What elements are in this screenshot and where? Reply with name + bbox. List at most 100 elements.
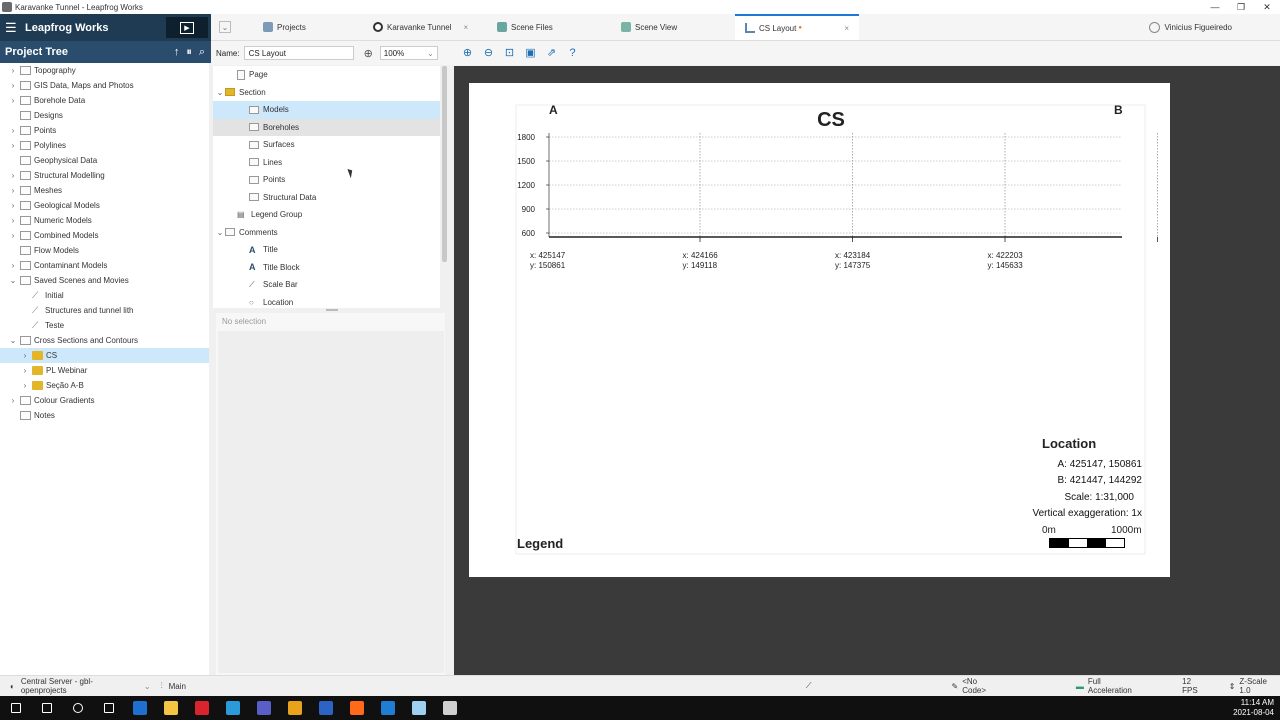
layout-status-icon[interactable]: ⟋: [806, 681, 812, 691]
project-tree-item[interactable]: › PL Webinar: [0, 363, 209, 378]
layout-tree-item[interactable]: ▤ Legend Group: [213, 206, 440, 224]
project-tree-item[interactable]: Geophysical Data: [0, 153, 209, 168]
tab-scene-files[interactable]: Scene Files: [487, 14, 611, 40]
close-button[interactable]: ✕: [1254, 2, 1280, 13]
taskbar-app[interactable]: [31, 696, 62, 720]
project-tree-item[interactable]: ⌄ Cross Sections and Contours: [0, 333, 209, 348]
project-tree-item[interactable]: ⌄ Saved Scenes and Movies: [0, 273, 209, 288]
project-tree-item[interactable]: ⟋ Initial: [0, 288, 209, 303]
zoom-out-icon[interactable]: ⊖: [481, 46, 496, 61]
project-tree-item[interactable]: › Numeric Models: [0, 213, 209, 228]
scene-view-button[interactable]: ▶: [166, 17, 208, 38]
branch-status[interactable]: ⫶ Main: [161, 681, 186, 691]
project-tree-item[interactable]: › Polylines: [0, 138, 209, 153]
layout-tree-item[interactable]: ⌄ Section: [213, 84, 440, 102]
chevron-down-icon[interactable]: ⌄: [8, 336, 18, 345]
layout-tree-item[interactable]: ⌄ Comments: [213, 224, 440, 242]
chevron-right-icon[interactable]: ›: [8, 396, 18, 405]
taskbar-app[interactable]: [248, 696, 279, 720]
chevron-right-icon[interactable]: ›: [8, 186, 18, 195]
project-tree-item[interactable]: Designs: [0, 108, 209, 123]
project-tree-item[interactable]: › CS: [0, 348, 209, 363]
layout-tree-item[interactable]: Models: [213, 101, 440, 119]
chevron-right-icon[interactable]: ›: [8, 261, 18, 270]
taskbar-app[interactable]: [434, 696, 465, 720]
project-tree-item[interactable]: Notes: [0, 408, 209, 423]
project-tree-item[interactable]: › Combined Models: [0, 228, 209, 243]
layout-tree-item[interactable]: ⟋ Scale Bar: [213, 276, 440, 294]
layout-tree-item[interactable]: Structural Data: [213, 189, 440, 207]
taskbar-app[interactable]: [372, 696, 403, 720]
project-tree-item[interactable]: › Topography: [0, 63, 209, 78]
project-tree-item[interactable]: › GIS Data, Maps and Photos: [0, 78, 209, 93]
chevron-right-icon[interactable]: ›: [8, 216, 18, 225]
project-tree-item[interactable]: Flow Models: [0, 243, 209, 258]
maximize-button[interactable]: ❐: [1228, 2, 1254, 13]
layout-tree-item[interactable]: Page: [213, 66, 440, 84]
layout-tree-item[interactable]: A Title: [213, 241, 440, 259]
tab-list-dropdown[interactable]: ⌄: [211, 14, 239, 40]
layout-tree-item[interactable]: ○ Location: [213, 294, 440, 309]
tab-karavanke-tunnel[interactable]: Karavanke Tunnel ×: [363, 14, 487, 40]
chevron-down-icon[interactable]: ⌄: [8, 276, 18, 285]
project-tree-item[interactable]: › Colour Gradients: [0, 393, 209, 408]
taskbar-app[interactable]: [155, 696, 186, 720]
layout-page[interactable]: 600 900 1200 1500 1800 x: 425147 y: 150861 x: 4…: [469, 83, 1170, 577]
taskbar-app[interactable]: [217, 696, 248, 720]
arrow-up-icon[interactable]: ↑: [174, 46, 180, 59]
tab-projects[interactable]: Projects: [239, 14, 363, 40]
code-status[interactable]: ✎ <No Code>: [952, 677, 1003, 695]
chevron-right-icon[interactable]: ›: [8, 66, 18, 75]
chevron-right-icon[interactable]: ›: [8, 96, 18, 105]
layout-tree-item[interactable]: Surfaces: [213, 136, 440, 154]
close-icon[interactable]: ×: [464, 23, 469, 32]
tab-cs-layout[interactable]: CS Layout ● ×: [735, 14, 859, 40]
search-icon[interactable]: ⌕: [199, 46, 205, 59]
tab-scene-view[interactable]: Scene View: [611, 14, 735, 40]
layout-tree-item[interactable]: Boreholes: [213, 118, 440, 136]
chevron-right-icon[interactable]: ›: [20, 381, 30, 390]
chevron-down-icon[interactable]: ⌄: [215, 88, 225, 97]
save-icon[interactable]: ▣: [523, 46, 538, 61]
zoom-select[interactable]: 100% ⌄: [379, 46, 438, 60]
project-tree-item[interactable]: ⟋ Structures and tunnel lith: [0, 303, 209, 318]
chevron-right-icon[interactable]: ›: [8, 81, 18, 90]
layout-tree-item[interactable]: Lines: [213, 154, 440, 172]
chevron-right-icon[interactable]: ›: [8, 126, 18, 135]
help-icon[interactable]: ?: [565, 46, 580, 61]
export-icon[interactable]: ⇗: [544, 46, 559, 61]
project-tree-item[interactable]: › Contaminant Models: [0, 258, 209, 273]
project-tree-item[interactable]: › Meshes: [0, 183, 209, 198]
taskbar-app[interactable]: [186, 696, 217, 720]
zoom-fit-icon[interactable]: ⊡: [502, 46, 517, 61]
system-clock[interactable]: 11:14 AM 2021-08-04: [1233, 698, 1274, 718]
taskbar-app[interactable]: [124, 696, 155, 720]
chevron-right-icon[interactable]: ›: [8, 171, 18, 180]
user-account[interactable]: Vinicius Figueiredo: [1148, 14, 1280, 40]
layout-tree-scrollbar[interactable]: [442, 66, 447, 262]
minimize-button[interactable]: —: [1202, 2, 1228, 13]
hamburger-menu-icon[interactable]: ☰: [5, 20, 19, 36]
project-tree-item[interactable]: › Geological Models: [0, 198, 209, 213]
project-tree-item[interactable]: › Structural Modelling: [0, 168, 209, 183]
chevron-down-icon[interactable]: ⌄: [215, 228, 225, 237]
taskbar-app[interactable]: [93, 696, 124, 720]
project-tree-item[interactable]: › Points: [0, 123, 209, 138]
project-tree-item[interactable]: › Seção A-B: [0, 378, 209, 393]
layout-tree-item[interactable]: Points: [213, 171, 440, 189]
close-icon[interactable]: ×: [844, 24, 849, 33]
chevron-right-icon[interactable]: ›: [20, 366, 30, 375]
taskbar-app[interactable]: [62, 696, 93, 720]
layout-name-input[interactable]: CS Layout: [243, 46, 354, 60]
taskbar-app[interactable]: [0, 696, 31, 720]
taskbar-app[interactable]: [310, 696, 341, 720]
project-tree-item[interactable]: › Borehole Data: [0, 93, 209, 108]
chevron-right-icon[interactable]: ›: [8, 141, 18, 150]
zscale-status[interactable]: ⇕ Z-Scale 1.0: [1229, 677, 1280, 695]
layout-tree-item[interactable]: A Title Block: [213, 259, 440, 277]
taskbar-app[interactable]: [279, 696, 310, 720]
chevron-right-icon[interactable]: ›: [20, 351, 30, 360]
taskbar-app[interactable]: [403, 696, 434, 720]
zoom-in-icon[interactable]: ⊕: [460, 46, 475, 61]
taskbar-app[interactable]: [341, 696, 372, 720]
